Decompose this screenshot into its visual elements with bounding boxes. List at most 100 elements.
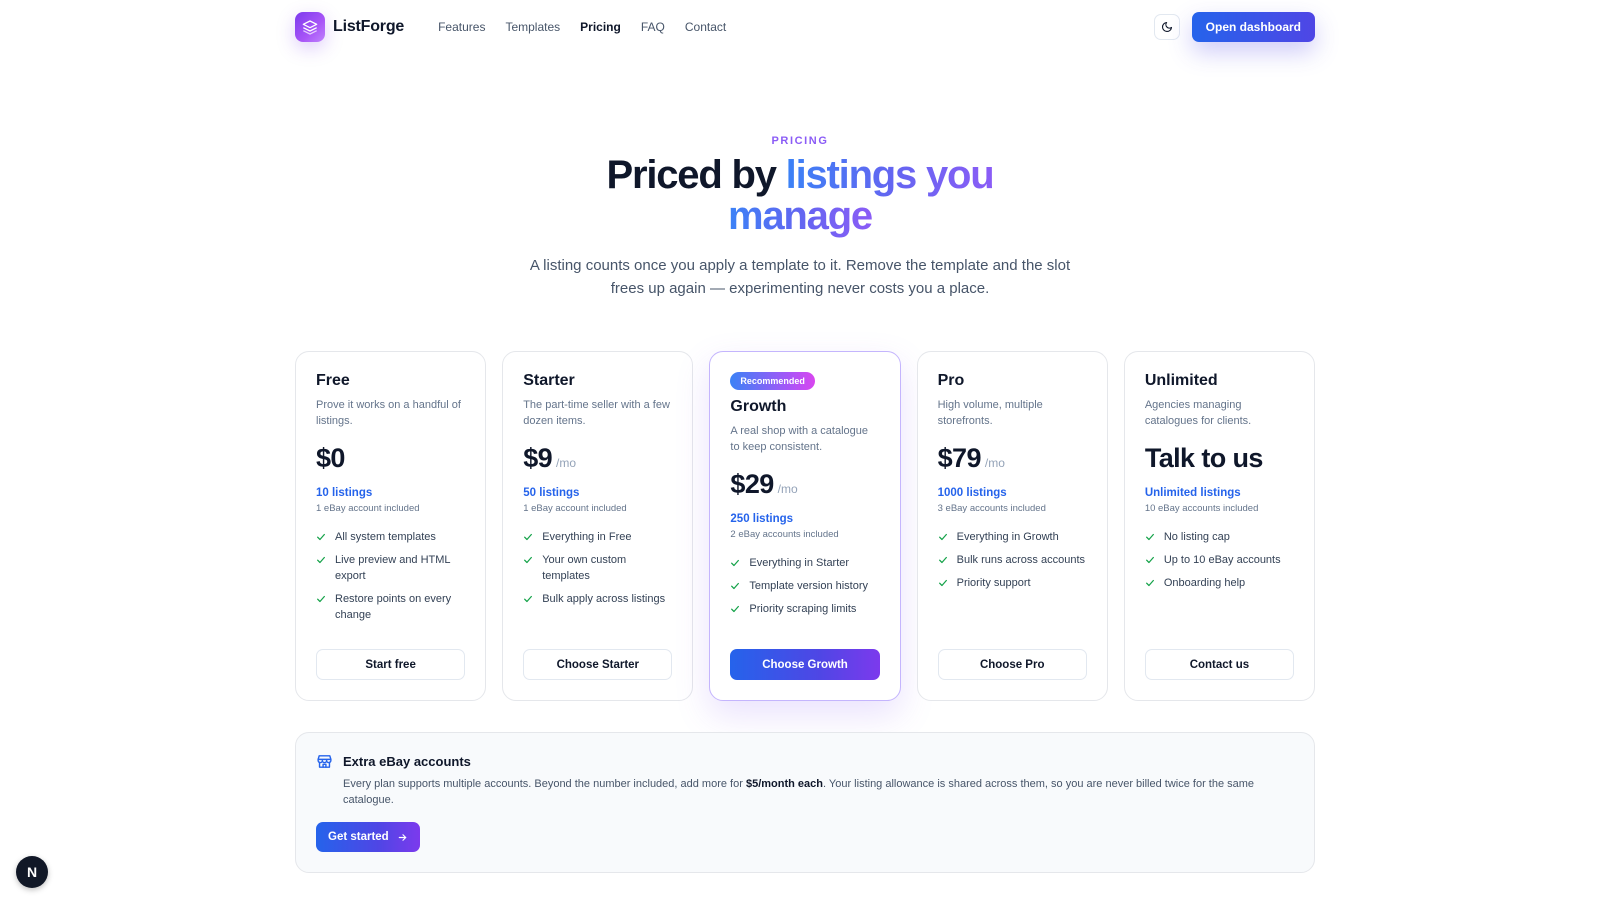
- feature-text: Up to 10 eBay accounts: [1163, 554, 1281, 566]
- feature-item: Everything in Free: [523, 529, 672, 545]
- feature-text: Everything in Free: [542, 531, 632, 543]
- nav-link-contact[interactable]: Contact: [685, 20, 726, 34]
- price-period: /mo: [984, 456, 1005, 470]
- theme-toggle-button[interactable]: [1153, 14, 1180, 40]
- check-icon: [524, 556, 533, 564]
- feature-item: Up to 10 eBay accounts: [1145, 552, 1294, 568]
- feature-text: Everything in Growth: [956, 531, 1059, 543]
- choose-starter-button[interactable]: Choose Starter: [523, 649, 673, 680]
- plan-name: Pro: [937, 372, 965, 389]
- plan-price: $79: [937, 443, 982, 473]
- plan-accounts: 1 eBay account included: [316, 503, 420, 514]
- price-row: Talk to us: [1145, 443, 1294, 474]
- get-started-button[interactable]: Get started: [316, 822, 420, 852]
- plan-listings: 1000 listings: [937, 487, 1007, 499]
- extra-accounts-title: Extra eBay accounts: [343, 754, 471, 769]
- plan-listings: Unlimited listings: [1144, 487, 1241, 499]
- title-highlight-2: manage: [728, 194, 873, 238]
- plan-card-unlimited: Unlimited Agencies managing catalogues f…: [1123, 351, 1316, 701]
- feature-item: Bulk apply across listings: [523, 591, 672, 607]
- price-row: $9 /mo: [523, 443, 672, 474]
- feature-item: Everything in Growth: [938, 529, 1087, 545]
- dev-tools-badge[interactable]: N: [16, 856, 48, 888]
- nav-link-faq[interactable]: FAQ: [641, 20, 665, 34]
- check-icon: [1145, 579, 1154, 587]
- feature-text: Bulk apply across listings: [542, 593, 666, 605]
- page-title: Priced by listings you manage: [0, 155, 1600, 237]
- choose-growth-button[interactable]: Choose Growth: [730, 649, 880, 680]
- choose-pro-button[interactable]: Choose Pro: [937, 649, 1087, 680]
- check-icon: [938, 556, 947, 564]
- check-icon: [524, 533, 533, 541]
- extra-price: $5/month each: [745, 778, 823, 790]
- feature-item: Live preview and HTML export: [316, 552, 465, 584]
- moon-icon: [1161, 21, 1172, 33]
- extra-accounts-description: Every plan supports multiple accounts. B…: [343, 776, 1293, 808]
- nav-actions: Open dashboard: [1153, 12, 1315, 42]
- price-period: /mo: [777, 482, 798, 496]
- plan-accounts: 2 eBay accounts included: [730, 529, 839, 540]
- check-icon: [731, 559, 740, 567]
- extra-text-before: Every plan supports multiple accounts. B…: [343, 778, 746, 790]
- check-icon: [731, 605, 740, 613]
- nav-link-templates[interactable]: Templates: [505, 20, 560, 34]
- price-row: $79 /mo: [938, 443, 1087, 474]
- plan-card-free: Free Prove it works on a handful of list…: [295, 351, 487, 701]
- check-icon: [1145, 533, 1154, 541]
- check-icon: [317, 556, 325, 564]
- feature-text: Priority scraping limits: [749, 603, 857, 615]
- plan-description: The part-time seller with a few dozen it…: [523, 399, 670, 427]
- feature-text: No listing cap: [1163, 531, 1230, 543]
- nav-link-features[interactable]: Features: [438, 20, 485, 34]
- feature-item: No listing cap: [1145, 529, 1294, 545]
- plan-accounts: 1 eBay account included: [523, 503, 627, 514]
- open-dashboard-button[interactable]: Open dashboard: [1191, 12, 1315, 42]
- feature-text: Bulk runs across accounts: [956, 554, 1085, 566]
- title-plain: Priced by: [606, 153, 786, 197]
- plan-description: Agencies managing catalogues for clients…: [1144, 399, 1252, 427]
- check-icon: [1145, 556, 1154, 564]
- get-started-label: Get started: [328, 831, 389, 843]
- plan-price: Talk to us: [1144, 443, 1264, 473]
- contact-us-button[interactable]: Contact us: [1144, 649, 1295, 680]
- feature-list: Everything in Growth Bulk runs across ac…: [938, 529, 1087, 598]
- check-icon: [317, 595, 325, 603]
- recommended-badge: Recommended: [730, 372, 815, 390]
- feature-item: Restore points on every change: [316, 591, 465, 623]
- arrow-right-icon: [398, 833, 406, 841]
- feature-list: Everything in Free Your own custom templ…: [523, 529, 672, 614]
- plan-listings: 250 listings: [730, 513, 794, 525]
- plan-description: Prove it works on a handful of listings.: [316, 399, 461, 427]
- feature-list: Everything in Starter Template version h…: [730, 555, 879, 624]
- extra-accounts-header: Extra eBay accounts: [316, 753, 1294, 770]
- section-eyebrow: PRICING: [771, 135, 829, 147]
- plan-card-growth: Recommended Growth A real shop with a ca…: [709, 351, 901, 701]
- plan-description: A real shop with a catalogue to keep con…: [730, 425, 868, 453]
- nav-links: Features Templates Pricing FAQ Contact: [438, 20, 726, 34]
- check-icon: [524, 595, 533, 603]
- plan-accounts: 10 eBay accounts included: [1144, 503, 1259, 514]
- price-period: /mo: [556, 456, 577, 470]
- plan-name: Unlimited: [1144, 372, 1218, 389]
- page-subtitle: A listing counts once you apply a templa…: [529, 257, 1071, 297]
- feature-item: Your own custom templates: [523, 552, 672, 584]
- feature-text: Template version history: [749, 580, 869, 592]
- plan-listings: 50 listings: [523, 487, 580, 499]
- start-free-button[interactable]: Start free: [316, 649, 466, 680]
- nav-link-pricing[interactable]: Pricing: [580, 20, 621, 34]
- check-icon: [938, 533, 947, 541]
- extra-accounts-panel: Extra eBay accounts Every plan supports …: [295, 732, 1315, 873]
- feature-item: Priority scraping limits: [730, 601, 879, 617]
- plan-accounts: 3 eBay accounts included: [937, 503, 1046, 514]
- feature-item: Everything in Starter: [730, 555, 879, 571]
- feature-text: All system templates: [335, 531, 436, 543]
- brand[interactable]: ListForge: [295, 12, 404, 42]
- feature-list: All system templates Live preview and HT…: [316, 529, 465, 630]
- brand-name: ListForge: [333, 18, 405, 35]
- pricing-cards: Free Prove it works on a handful of list…: [295, 351, 1316, 701]
- plan-listings: 10 listings: [316, 487, 373, 499]
- feature-text: Restore points on every change: [335, 593, 452, 621]
- feature-item: All system templates: [316, 529, 465, 545]
- plan-name: Free: [316, 372, 350, 389]
- top-nav: ListForge Features Templates Pricing FAQ…: [295, 10, 1315, 44]
